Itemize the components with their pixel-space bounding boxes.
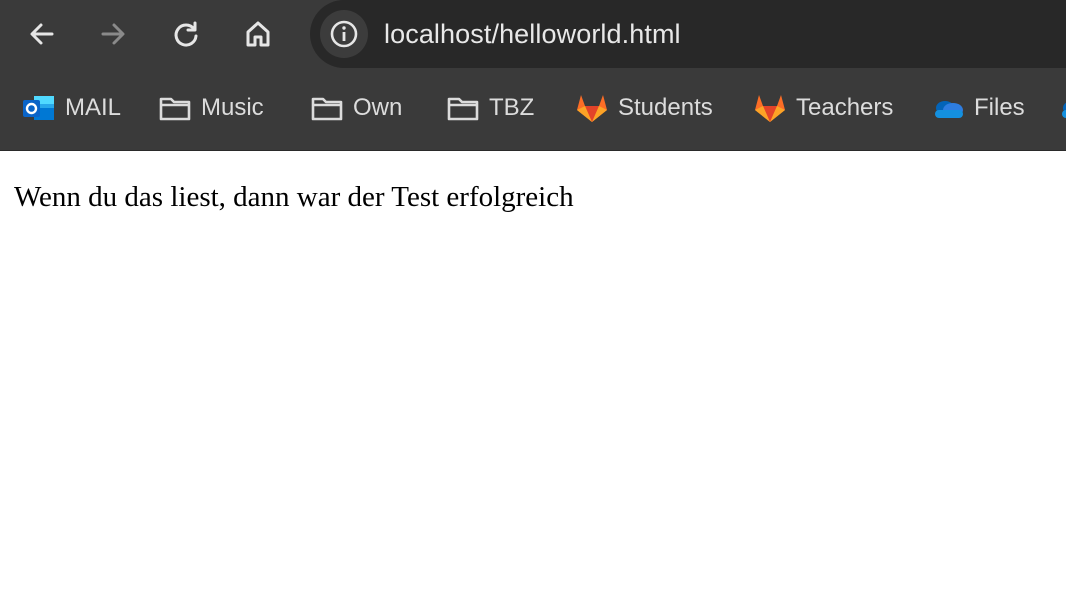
- browser-toolbar: localhost/helloworld.html: [0, 0, 1066, 68]
- back-button[interactable]: [24, 16, 60, 52]
- bookmark-label: Teachers: [796, 94, 894, 121]
- folder-icon: [446, 91, 480, 125]
- bookmark-teachers[interactable]: Teachers: [753, 91, 893, 125]
- page-content: Wenn du das liest, dann war der Test erf…: [0, 151, 1066, 606]
- bookmark-label: TBZ: [489, 94, 535, 121]
- bookmark-tbz[interactable]: TBZ: [446, 91, 534, 125]
- gitlab-icon: [575, 91, 609, 125]
- arrow-left-icon: [30, 23, 54, 45]
- arrow-right-icon: [101, 23, 125, 45]
- page-text: Wenn du das liest, dann war der Test erf…: [14, 181, 574, 213]
- outlook-icon: [22, 91, 56, 125]
- reload-icon: [174, 21, 198, 47]
- bookmark-label: Files: [974, 94, 1025, 121]
- bookmark-mail[interactable]: MAIL: [22, 91, 121, 125]
- folder-icon: [158, 91, 192, 125]
- bookmark-music[interactable]: Music: [158, 91, 264, 125]
- info-icon: [330, 20, 358, 48]
- url-text[interactable]: localhost/helloworld.html: [384, 0, 681, 68]
- bookmark-students[interactable]: Students: [575, 91, 713, 125]
- bookmark-label: Music: [201, 94, 264, 121]
- folder-icon: [310, 91, 344, 125]
- address-bar[interactable]: localhost/helloworld.html: [310, 0, 1066, 68]
- forward-button[interactable]: [95, 16, 131, 52]
- reload-button[interactable]: [168, 16, 204, 52]
- bookmark-own[interactable]: Own: [310, 91, 402, 125]
- home-icon: [246, 21, 270, 47]
- bookmark-label: Own: [353, 94, 403, 121]
- bookmark-label: Students: [618, 94, 713, 121]
- onedrive-icon: [1058, 91, 1066, 125]
- site-info-button[interactable]: [320, 10, 368, 58]
- bookmark-overflow[interactable]: [1058, 91, 1066, 125]
- onedrive-icon: [931, 91, 965, 125]
- home-button[interactable]: [240, 16, 276, 52]
- bookmarks-bar: MAIL Music Own TBZ Students Teachers Fil…: [0, 68, 1066, 151]
- gitlab-icon: [753, 91, 787, 125]
- bookmark-files[interactable]: Files: [931, 91, 1025, 125]
- bookmark-label: MAIL: [65, 94, 122, 121]
